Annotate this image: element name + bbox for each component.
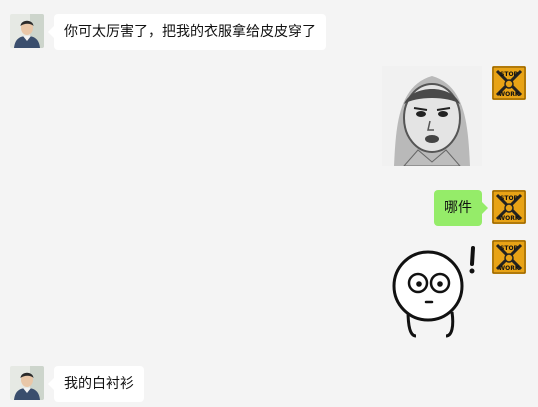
badge-text-bottom: WORK xyxy=(499,265,520,272)
message-row-outgoing: STOP WORK xyxy=(0,240,538,340)
chat-window: 你可太厉害了，把我的衣服拿给皮皮穿了 STOP WORK 哪件 STOP WOR… xyxy=(0,0,538,407)
badge-text-bottom: WORK xyxy=(499,215,520,222)
message-bubble-outgoing[interactable]: 哪件 xyxy=(434,190,488,226)
person-photo-avatar-icon xyxy=(10,366,44,400)
badge-text-top: STOP xyxy=(500,71,519,78)
badge-text-bottom: WORK xyxy=(499,91,520,98)
message-bubble-incoming[interactable]: 你可太厉害了，把我的衣服拿给皮皮穿了 xyxy=(48,14,326,50)
contact-avatar[interactable] xyxy=(10,366,44,400)
message-row-incoming: 你可太厉害了，把我的衣服拿给皮皮穿了 xyxy=(0,14,538,50)
stop-work-badge-icon: STOP WORK xyxy=(492,190,526,224)
stop-work-badge-icon: STOP WORK xyxy=(492,66,526,100)
my-avatar[interactable]: STOP WORK xyxy=(492,240,526,274)
badge-text-top: STOP xyxy=(500,195,519,202)
message-row-outgoing: STOP WORK xyxy=(0,66,538,167)
confused-cartoon-icon xyxy=(382,240,482,340)
meme-face-icon xyxy=(382,66,482,167)
message-bubble-incoming[interactable]: 我的白衬衫 xyxy=(48,366,144,402)
my-avatar[interactable]: STOP WORK xyxy=(492,190,526,224)
meme-face-sticker[interactable] xyxy=(382,66,482,167)
stop-work-badge-icon: STOP WORK xyxy=(492,240,526,274)
message-row-outgoing: 哪件 STOP WORK xyxy=(0,190,538,226)
confused-cartoon-sticker[interactable] xyxy=(382,240,482,340)
contact-avatar[interactable] xyxy=(10,14,44,48)
message-row-incoming: 我的白衬衫 xyxy=(0,366,538,402)
my-avatar[interactable]: STOP WORK xyxy=(492,66,526,100)
badge-text-top: STOP xyxy=(500,245,519,252)
person-photo-avatar-icon xyxy=(10,14,44,48)
